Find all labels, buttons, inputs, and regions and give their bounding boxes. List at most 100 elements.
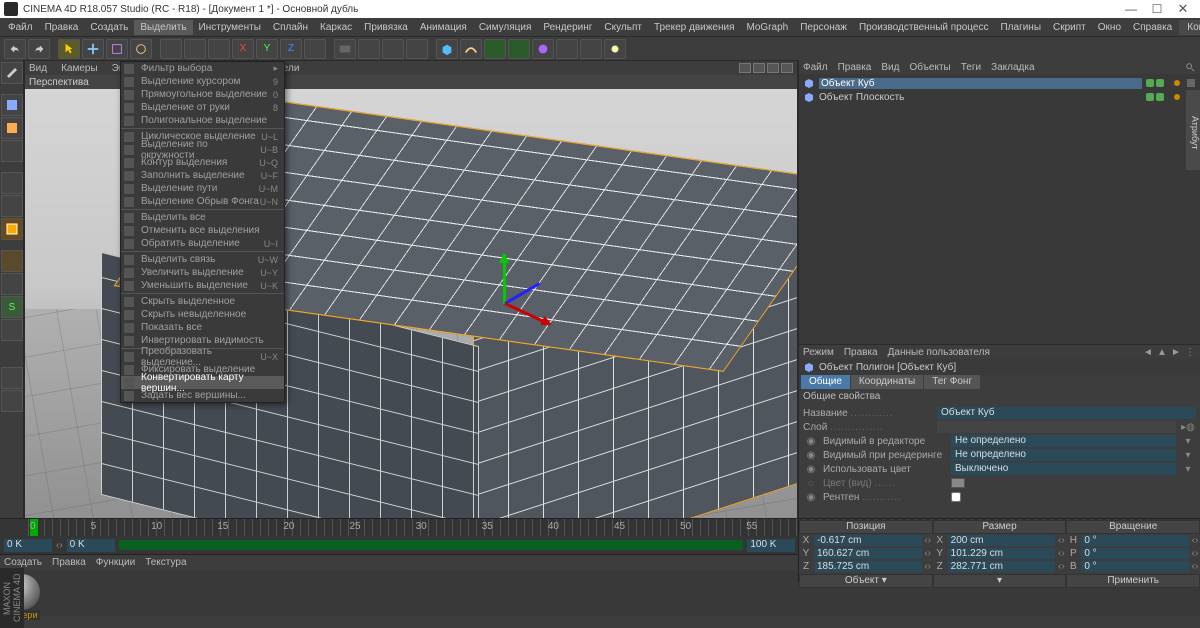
- cube-primitive[interactable]: [436, 39, 458, 59]
- menu-создать[interactable]: Создать: [84, 20, 134, 35]
- menu-скрипт[interactable]: Скрипт: [1047, 20, 1092, 35]
- viewport[interactable]: Вид Камеры Экран Настройки Фильтр Панели…: [24, 60, 798, 578]
- attr-color-radio[interactable]: ◉: [803, 464, 819, 475]
- workplane-toggle[interactable]: [1, 319, 23, 341]
- menuitem-заполнить-выделение[interactable]: Заполнить выделениеU~F: [121, 169, 284, 182]
- attr-userdata[interactable]: Данные пользователя: [888, 347, 990, 358]
- attr-nav-back[interactable]: ◄: [1142, 347, 1154, 357]
- scale-tool[interactable]: [106, 39, 128, 59]
- generator-tool[interactable]: [484, 39, 506, 59]
- menuitem-контур-выделения[interactable]: Контур выделенияU~Q: [121, 156, 284, 169]
- environment-tool[interactable]: [556, 39, 578, 59]
- om-file[interactable]: Файл: [803, 62, 828, 73]
- workplane-mode[interactable]: [1, 140, 23, 162]
- axis-mode[interactable]: [1, 250, 23, 272]
- menuitem-выделить-все[interactable]: Выделить все: [121, 211, 284, 224]
- vp-nav-4[interactable]: [781, 63, 793, 73]
- attr-xray-radio[interactable]: ◉: [803, 492, 819, 503]
- minimize-button[interactable]: —: [1118, 1, 1144, 17]
- attr-color-swatch[interactable]: [951, 478, 965, 488]
- attr-nav-fwd[interactable]: ►: [1170, 347, 1182, 357]
- render-pv[interactable]: [382, 39, 404, 59]
- menu-окно[interactable]: Окно: [1092, 20, 1127, 35]
- tool-5[interactable]: [160, 39, 182, 59]
- rotate-tool[interactable]: [130, 39, 152, 59]
- mat-edit[interactable]: Правка: [52, 557, 86, 568]
- menu-скульпт[interactable]: Скульпт: [598, 20, 648, 35]
- attr-edit[interactable]: Правка: [844, 347, 878, 358]
- coord-apply-button[interactable]: Применить: [1066, 574, 1200, 588]
- tool-6[interactable]: [184, 39, 206, 59]
- attr-layer-input[interactable]: [937, 421, 1176, 433]
- object-row[interactable]: Объект Плоскость: [801, 90, 1198, 104]
- spline-tool[interactable]: [460, 39, 482, 59]
- menuitem-обратить-выделение[interactable]: Обратить выделениеU~I: [121, 237, 284, 250]
- menuitem-выделение-по-окружности[interactable]: Выделение по окружностиU~B: [121, 143, 284, 156]
- tl-start-b[interactable]: 0 K: [67, 539, 115, 552]
- menuitem-уменьшить-выделение[interactable]: Уменьшить выделениеU~K: [121, 279, 284, 292]
- render-settings[interactable]: [406, 39, 428, 59]
- menu-правка[interactable]: Правка: [39, 20, 85, 35]
- point-mode[interactable]: [1, 172, 23, 194]
- tl-end-a[interactable]: 100 K: [747, 539, 795, 552]
- vp-nav-3[interactable]: [767, 63, 779, 73]
- camera-tool[interactable]: [580, 39, 602, 59]
- menuitem-прямоугольное-выделение[interactable]: Прямоугольное выделение0: [121, 88, 284, 101]
- menu-плагины[interactable]: Плагины: [994, 20, 1047, 35]
- attr-visr-value[interactable]: Не определено: [951, 449, 1176, 461]
- menuitem-скрыть-выделенное[interactable]: Скрыть выделенное: [121, 295, 284, 308]
- mat-create[interactable]: Создать: [4, 557, 42, 568]
- snap-toggle[interactable]: S: [1, 296, 23, 318]
- menuitem-показать-все[interactable]: Показать все: [121, 321, 284, 334]
- attr-mode[interactable]: Режим: [803, 347, 834, 358]
- menuitem-конвертировать-карту-вершин...[interactable]: Конвертировать карту вершин...: [121, 376, 284, 389]
- menu-привязка[interactable]: Привязка: [358, 20, 414, 35]
- yaxis-toggle[interactable]: Y: [256, 39, 278, 59]
- model-mode[interactable]: [1, 94, 23, 116]
- gizmo-z-axis[interactable]: [504, 282, 540, 305]
- menuitem-выделение-пути[interactable]: Выделение путиU~M: [121, 182, 284, 195]
- menuitem-выделение-обрыв-фонга[interactable]: Выделение Обрыв ФонгаU~N: [121, 195, 284, 208]
- deformer-tool[interactable]: [532, 39, 554, 59]
- zaxis-toggle[interactable]: Z: [280, 39, 302, 59]
- move-tool[interactable]: [82, 39, 104, 59]
- om-tags[interactable]: Теги: [961, 62, 981, 73]
- menu-персонаж[interactable]: Персонаж: [794, 20, 853, 35]
- viewport-lock[interactable]: [1, 390, 23, 412]
- attr-nav-menu[interactable]: ⋮: [1184, 347, 1196, 357]
- menuitem-преобразовать-выделение...[interactable]: Преобразовать выделение...U~X: [121, 350, 284, 363]
- menuitem-скрыть-невыделенное[interactable]: Скрыть невыделенное: [121, 308, 284, 321]
- menu-производственный процесс[interactable]: Производственный процесс: [853, 20, 995, 35]
- menuitem-выделение-курсором[interactable]: Выделение курсором9: [121, 75, 284, 88]
- texture-mode[interactable]: [1, 117, 23, 139]
- render-region[interactable]: [358, 39, 380, 59]
- om-bookmark[interactable]: Закладка: [991, 62, 1034, 73]
- om-objects[interactable]: Объекты: [909, 62, 950, 73]
- attr-vised-value[interactable]: Не определено: [951, 435, 1176, 447]
- vp-nav-1[interactable]: [739, 63, 751, 73]
- menu-mograph[interactable]: MoGraph: [741, 20, 795, 35]
- menu-рендеринг[interactable]: Рендеринг: [537, 20, 598, 35]
- layer-picker-icon[interactable]: ▸◍: [1180, 422, 1196, 433]
- menuitem-увеличить-выделение[interactable]: Увеличить выделениеU~Y: [121, 266, 284, 279]
- om-edit[interactable]: Правка: [838, 62, 872, 73]
- menuitem-выделение-от-руки[interactable]: Выделение от руки8: [121, 101, 284, 114]
- viewport-solo[interactable]: [1, 367, 23, 389]
- om-view[interactable]: Вид: [881, 62, 899, 73]
- menuitem-фильтр-выбора[interactable]: Фильтр выбора▸: [121, 62, 284, 75]
- transform-gizmo[interactable]: [455, 254, 555, 354]
- make-editable[interactable]: [1, 62, 23, 84]
- menuitem-отменить-все-выделения[interactable]: Отменить все выделения: [121, 224, 284, 237]
- vp-menu-view[interactable]: Вид: [29, 63, 47, 74]
- tweak-mode[interactable]: [1, 273, 23, 295]
- light-tool[interactable]: [604, 39, 626, 59]
- menuitem-выделить-связь[interactable]: Выделить связьU~W: [121, 253, 284, 266]
- attr-tab-0[interactable]: Общие: [801, 375, 850, 389]
- attr-name-input[interactable]: Объект Куб: [937, 407, 1196, 419]
- attr-usecolor-value[interactable]: Выключено: [951, 463, 1176, 475]
- maximize-button[interactable]: ☐: [1144, 1, 1170, 17]
- object-manager-tree[interactable]: Объект КубОбъект Плоскость: [799, 74, 1200, 344]
- mat-func[interactable]: Функции: [96, 557, 135, 568]
- menu-инструменты[interactable]: Инструменты: [193, 20, 267, 35]
- menu-трекер движения[interactable]: Трекер движения: [648, 20, 741, 35]
